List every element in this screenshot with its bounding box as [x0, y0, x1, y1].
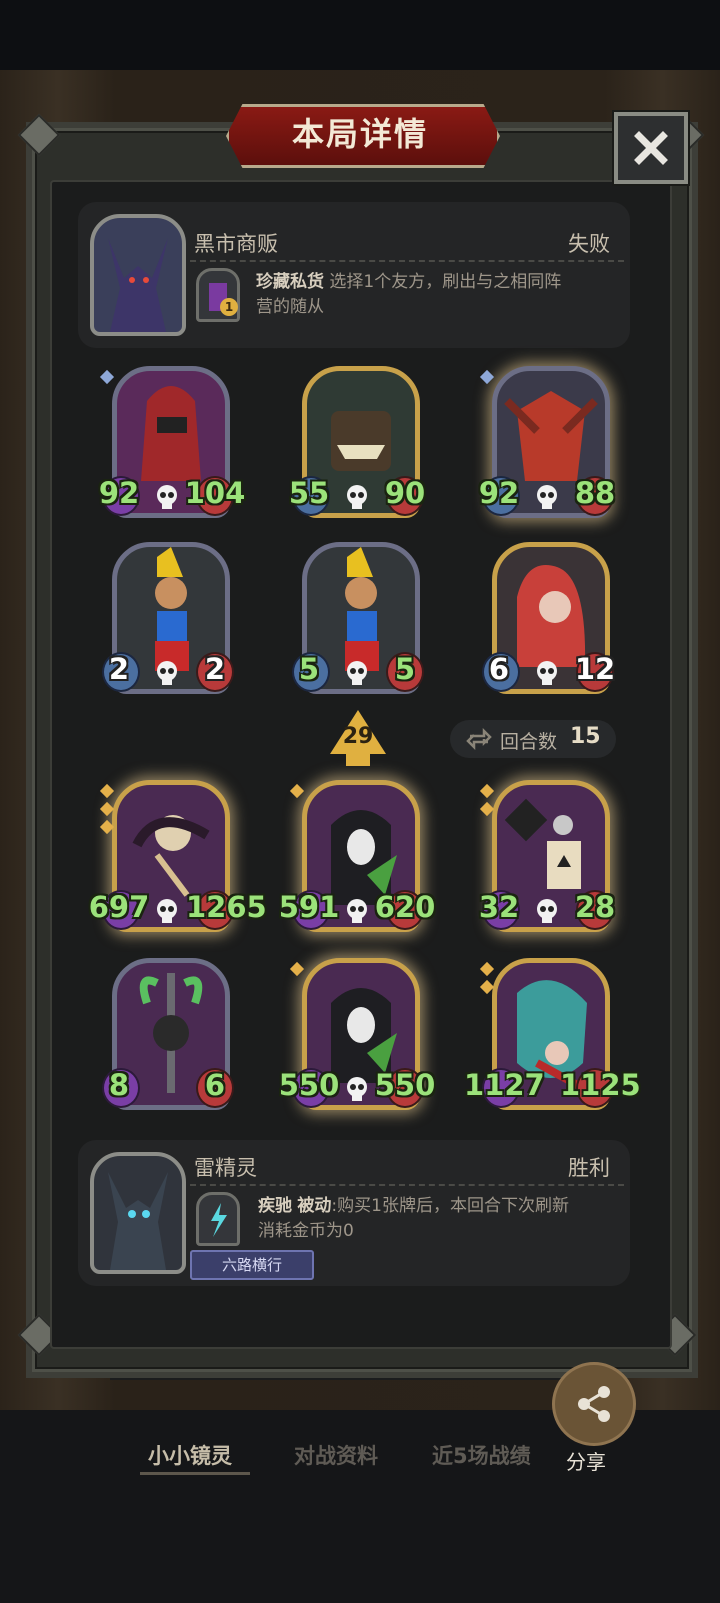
minion-card[interactable]: 5 5 [288, 542, 428, 702]
skull-icon [347, 899, 367, 923]
player-name: 雷精灵 [194, 1156, 257, 1180]
minion-card[interactable]: 55 90 [288, 366, 428, 526]
player-ability: 疾驰 被动:购买1张牌后，本回合下次刷新 消耗金币为0 [258, 1194, 618, 1244]
opponent-ability: 珍藏私货 选择1个友方，刷出与之相同阵 营的随从 [256, 270, 616, 320]
ability-type: 被动 [297, 1196, 332, 1216]
ability-desc-1: :购买1张牌后，本回合下次刷新 [331, 1196, 569, 1216]
health-value: 12 [574, 652, 616, 686]
minion-card[interactable]: 8 6 [98, 958, 238, 1118]
ability-desc-2: 营的随从 [256, 297, 324, 317]
minion-card[interactable]: 550 550 [279, 958, 435, 1118]
dialog-title: 本局详情 [291, 115, 428, 153]
player-avatar [90, 1152, 186, 1274]
tab-recent-games[interactable]: 近5场战绩 [432, 1440, 531, 1470]
attack-value: 92 [98, 476, 140, 510]
health-value: 104 [184, 476, 246, 510]
divider [190, 1184, 624, 1186]
ability-lightning-icon [196, 1192, 240, 1246]
swap-icon [466, 728, 492, 750]
health-value: 88 [574, 476, 616, 510]
attack-value: 32 [478, 890, 520, 924]
skull-icon [347, 661, 367, 685]
skull-icon [347, 1077, 367, 1101]
minion-card[interactable]: 697 1265 [89, 780, 267, 940]
minion-card[interactable]: 92 88 [478, 366, 618, 526]
skull-icon [537, 661, 557, 685]
skull-icon [157, 485, 177, 509]
skull-icon [537, 485, 557, 509]
tab-battle-info[interactable]: 对战资料 [294, 1440, 378, 1470]
health-value: 1125 [560, 1068, 641, 1102]
round-label: 回合数 [500, 731, 558, 753]
attack-value: 591 [278, 890, 340, 924]
attack-value: 6 [488, 652, 510, 686]
skull-icon [347, 485, 367, 509]
ability-desc-2: 消耗金币为0 [258, 1221, 354, 1241]
opponent-name: 黑市商贩 [194, 232, 278, 256]
health-value: 2 [204, 652, 226, 686]
round-value: 15 [570, 724, 601, 749]
opponent-result: 失败 [568, 232, 610, 256]
ability-desc-1: 选择1个友方，刷出与之相同阵 [329, 272, 562, 292]
minion-card[interactable]: 1127 1125 [464, 958, 641, 1118]
ability-name: 珍藏私货 [256, 272, 324, 292]
attack-value: 55 [288, 476, 330, 510]
health-value: 90 [384, 476, 426, 510]
close-icon [634, 131, 668, 165]
attack-value: 2 [108, 652, 130, 686]
skull-icon [157, 899, 177, 923]
attack-value: 8 [108, 1068, 130, 1102]
attack-value: 5 [298, 652, 320, 686]
attack-value: 92 [478, 476, 520, 510]
minion-card[interactable]: 591 620 [279, 780, 435, 940]
minion-card[interactable]: 32 28 [478, 780, 618, 940]
player-result: 胜利 [568, 1156, 610, 1180]
tab-mirror-spirit[interactable]: 小小镜灵 [148, 1440, 232, 1470]
attack-value: 1127 [464, 1068, 545, 1102]
share-button[interactable] [552, 1362, 636, 1446]
top-bar [0, 0, 720, 80]
health-value: 5 [394, 652, 416, 686]
active-tab-indicator [140, 1472, 250, 1475]
divider [190, 260, 624, 262]
share-label[interactable]: 分享 [566, 1446, 606, 1475]
minion-card[interactable]: 2 2 [98, 542, 238, 702]
attack-value: 550 [278, 1068, 340, 1102]
share-icon [578, 1386, 610, 1422]
skull-icon [157, 661, 177, 685]
health-value: 620 [374, 890, 436, 924]
ability-cost-badge: 1 [220, 298, 238, 316]
health-value: 550 [374, 1068, 436, 1102]
skull-icon [537, 899, 557, 923]
health-value: 1265 [186, 890, 267, 924]
attack-value: 697 [88, 890, 150, 924]
health-value: 6 [204, 1068, 226, 1102]
opponent-avatar [90, 214, 186, 336]
health-value: 28 [574, 890, 616, 924]
minion-card[interactable]: 92 104 [98, 366, 245, 526]
tavern-level: 29 [342, 724, 374, 749]
ability-name: 疾驰 [258, 1196, 292, 1216]
player-title-tag: 六路横行 [190, 1250, 314, 1280]
minion-card[interactable]: 6 12 [478, 542, 618, 702]
close-button[interactable] [614, 112, 688, 184]
